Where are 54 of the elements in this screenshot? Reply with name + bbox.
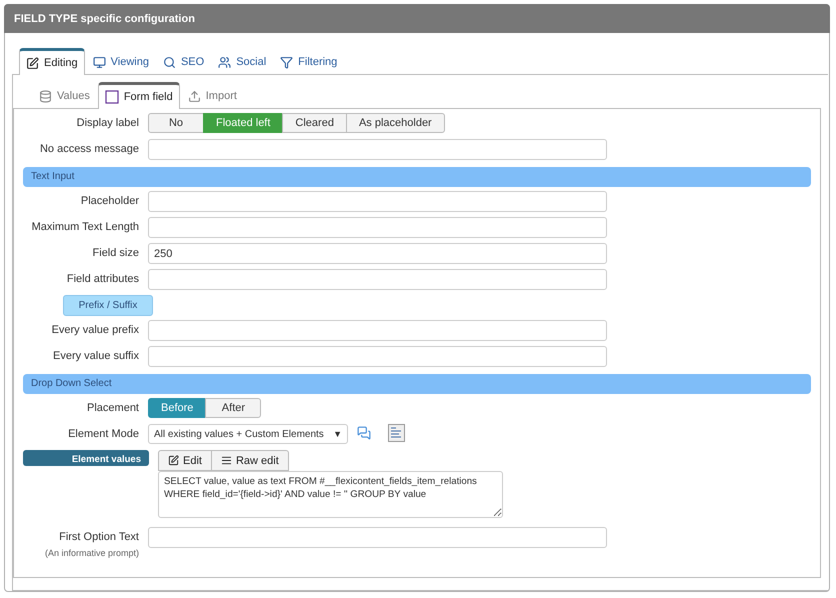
tab[interactable]: Editing	[19, 48, 85, 75]
tab[interactable]: Social	[212, 50, 272, 74]
text-field[interactable]	[148, 346, 607, 367]
edit-icon	[168, 455, 179, 466]
document-icon[interactable]	[388, 424, 405, 442]
section-header: Text Input	[23, 167, 811, 187]
tab[interactable]: SEO	[156, 50, 210, 74]
group-header-button[interactable]: Prefix / Suffix	[63, 295, 153, 316]
option-button[interactable]: Cleared	[282, 113, 347, 133]
tab[interactable]: Values	[33, 84, 96, 108]
field-label: Field size	[92, 247, 139, 259]
lines-icon	[220, 455, 232, 466]
text-field[interactable]	[148, 320, 607, 341]
field-label: First Option Text	[59, 531, 139, 543]
panel-header: FIELD TYPE specific configuration	[4, 4, 830, 33]
text-field[interactable]	[148, 527, 607, 548]
raw-edit-button[interactable]: Raw edit	[210, 450, 289, 471]
section-header: Drop Down Select	[23, 374, 811, 394]
edit-button[interactable]: Edit	[158, 450, 212, 471]
people-icon	[218, 56, 232, 68]
comments-icon[interactable]	[357, 426, 371, 440]
monitor-icon	[92, 56, 106, 68]
edit-icon	[26, 56, 39, 70]
tab[interactable]: Filtering	[274, 50, 344, 74]
field-label: No access message	[40, 143, 139, 155]
field-label: Every value suffix	[52, 350, 139, 362]
text-field[interactable]	[148, 139, 607, 160]
field-label: Placeholder	[80, 195, 139, 207]
text-field[interactable]	[148, 217, 607, 238]
code-textarea[interactable]: SELECT value, value as text FROM #__flexicontent_fields_item_relations WHERE field_id='{field->id}' AND value != '' GROUP BY value	[158, 471, 503, 518]
search-icon	[162, 56, 176, 68]
option-button[interactable]: As placeholder	[346, 113, 445, 133]
field-hint: (An informative prompt)	[44, 548, 139, 558]
field-label: Field attributes	[66, 273, 139, 285]
field-label: Maximum Text Length	[32, 221, 139, 233]
field-label: Display label	[76, 117, 139, 129]
field-label: Placement	[87, 402, 139, 414]
option-button[interactable]: After	[205, 398, 262, 418]
tab[interactable]: Viewing	[86, 50, 155, 74]
field-label: Element Mode	[68, 428, 139, 440]
filter-icon	[280, 56, 294, 68]
select-field[interactable]: All existing values + Custom Elements ▼	[148, 424, 348, 444]
field-label-badge: Element values	[23, 450, 149, 466]
database-icon	[39, 90, 52, 102]
tab[interactable]: Import	[182, 84, 243, 108]
text-field[interactable]	[148, 191, 607, 212]
field-label: Every value prefix	[52, 324, 139, 336]
text-field[interactable]	[148, 269, 607, 290]
option-button[interactable]: No	[148, 113, 204, 133]
tab[interactable]: Form field	[98, 82, 180, 109]
upload-icon	[188, 90, 201, 102]
square-icon	[104, 90, 119, 104]
text-field[interactable]: 250	[148, 243, 607, 264]
option-button[interactable]: Before	[148, 398, 206, 418]
